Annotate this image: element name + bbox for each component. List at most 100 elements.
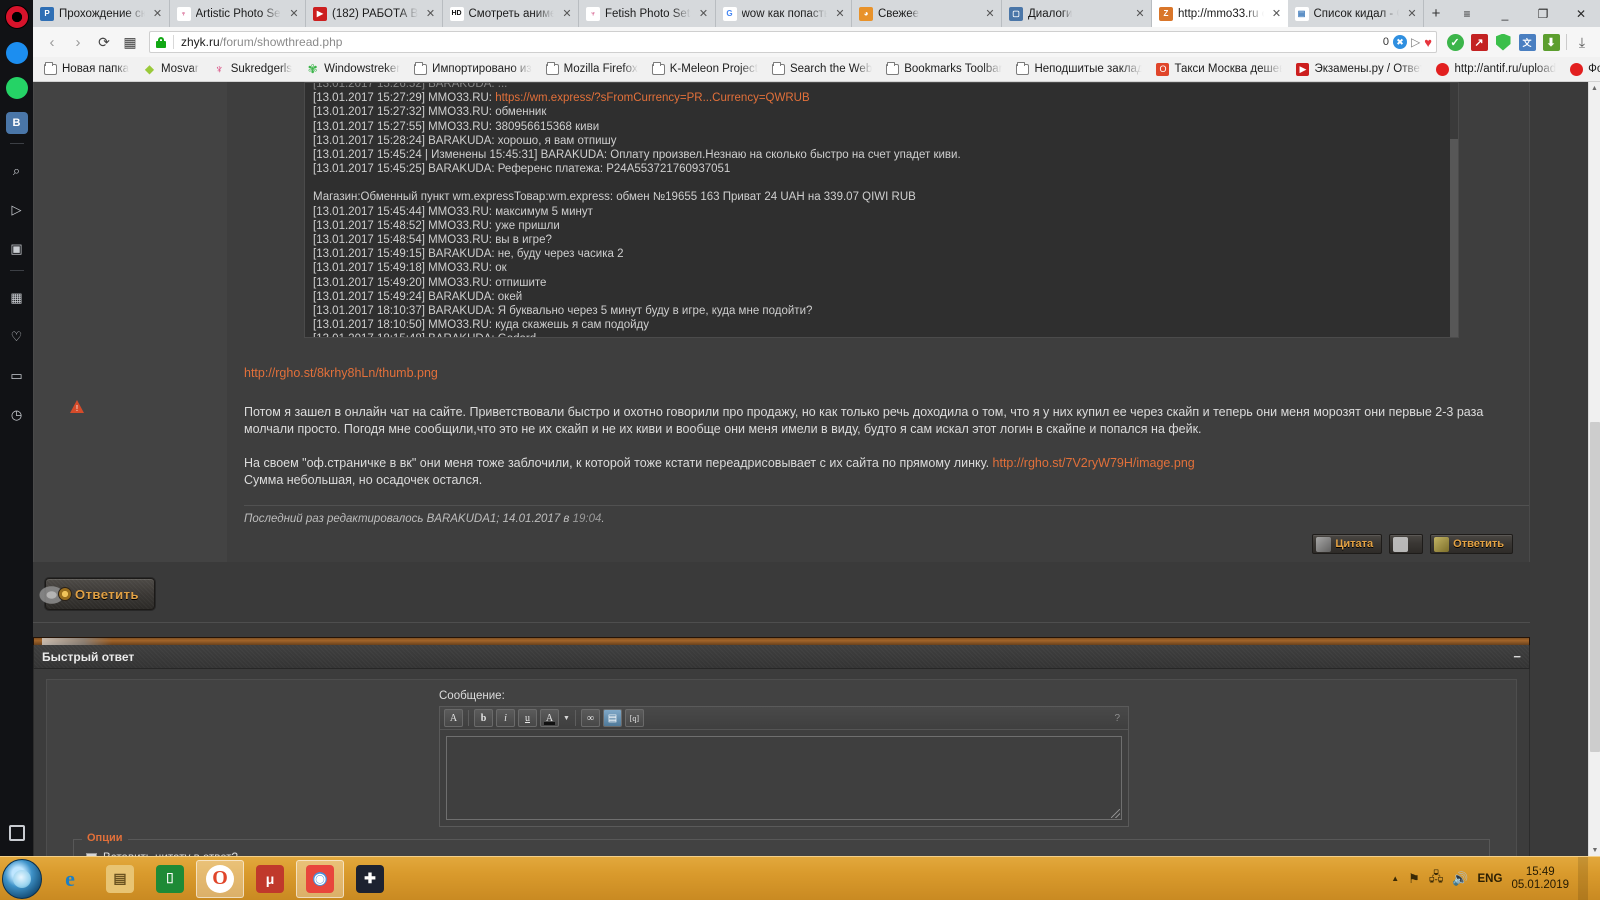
scroll-down-icon[interactable]: ▼ bbox=[1589, 844, 1600, 856]
image-link-2[interactable]: http://rgho.st/7V2ryW79H/image.png bbox=[993, 456, 1195, 470]
tab-1[interactable]: ♆ Artistic Photo Sets - P ✕ bbox=[169, 0, 306, 27]
chatlog-codebox[interactable]: [13.01.2017 15:26:52] BARAKUDA: ... [13.… bbox=[304, 82, 1459, 338]
tab-4[interactable]: ♆ Fetish Photo Sets - P ✕ bbox=[579, 0, 716, 27]
network-icon[interactable]: 🖧 bbox=[1429, 868, 1444, 890]
send-icon[interactable]: ▷ bbox=[4, 196, 30, 222]
close-icon[interactable]: ✕ bbox=[287, 7, 301, 21]
maximize-button[interactable]: ❐ bbox=[1524, 0, 1562, 27]
sidebar-item-whatsapp[interactable] bbox=[5, 77, 28, 99]
scrollbar-thumb[interactable] bbox=[1590, 422, 1600, 752]
quote-button[interactable]: Цитата bbox=[1312, 534, 1383, 554]
bookmark-10[interactable]: O Такси Москва дешев bbox=[1149, 59, 1289, 79]
bookmark-11[interactable]: ▶ Экзамены.ру / Ответ bbox=[1289, 59, 1429, 79]
chatlog-scrollbar[interactable] bbox=[1450, 83, 1458, 337]
taskbar-item-internet-explorer[interactable]: e bbox=[46, 860, 94, 898]
bookmark-1[interactable]: ◆ Mosvar bbox=[136, 59, 206, 79]
tab-9[interactable]: ▤ Список кидал - Стра ✕ bbox=[1287, 0, 1424, 27]
clock[interactable]: 15:49 05.01.2019 bbox=[1511, 866, 1569, 892]
close-icon[interactable]: ✕ bbox=[983, 7, 997, 21]
bookmark-8[interactable]: Bookmarks Toolbar bbox=[879, 59, 1009, 79]
taskbar-item-utorrent[interactable]: μ bbox=[246, 860, 294, 898]
close-icon[interactable]: ✕ bbox=[697, 7, 711, 21]
underline-icon[interactable]: u bbox=[518, 709, 537, 727]
bookmark-0[interactable]: Новая папка bbox=[37, 59, 136, 79]
bookmark-3[interactable]: ✾ Windowstreker bbox=[299, 59, 407, 79]
scrollbar-thumb[interactable] bbox=[1450, 139, 1458, 337]
close-icon[interactable]: ✕ bbox=[833, 7, 847, 21]
notes-icon[interactable]: ▭ bbox=[4, 362, 30, 388]
warning-triangle-icon[interactable]: ! bbox=[70, 400, 84, 413]
close-window-button[interactable]: ✕ bbox=[1562, 0, 1600, 27]
bookmark-12[interactable]: http://antif.ru/upload bbox=[1429, 59, 1563, 79]
bookmark-5[interactable]: Mozilla Firefox bbox=[539, 59, 645, 79]
opera-logo-icon[interactable] bbox=[4, 5, 29, 29]
volume-icon[interactable]: 🔊 bbox=[1452, 871, 1468, 887]
italic-icon[interactable]: i bbox=[496, 709, 515, 727]
bookmarks-heart-icon[interactable]: ♡ bbox=[4, 323, 30, 349]
extensions-icon[interactable]: ▦ bbox=[4, 284, 30, 310]
flag-error-icon[interactable]: ⚑ bbox=[1408, 871, 1420, 887]
tab-5[interactable]: G wow как попасть в з ✕ bbox=[715, 0, 852, 27]
close-icon[interactable]: ✕ bbox=[1405, 7, 1419, 21]
search-icon[interactable]: ⌕ bbox=[4, 157, 30, 183]
send-to-device-icon[interactable]: ▷ bbox=[1411, 35, 1420, 49]
remove-format-icon[interactable]: A bbox=[444, 709, 463, 727]
download-tray-icon[interactable]: ⤓ bbox=[1570, 30, 1594, 54]
tab-8-active[interactable]: Z http://mmo33.ru сай ✕ bbox=[1152, 0, 1288, 27]
language-indicator[interactable]: ENG bbox=[1478, 873, 1503, 885]
tab-3[interactable]: HD Смотреть аниме О ✕ bbox=[442, 0, 579, 27]
bookmark-6[interactable]: K-Meleon Project bbox=[645, 59, 765, 79]
message-textarea[interactable] bbox=[446, 736, 1122, 820]
taskbar-item-chrome[interactable]: ◉ bbox=[296, 859, 344, 898]
close-icon[interactable]: ✕ bbox=[1270, 7, 1284, 21]
adblock-badge-icon[interactable]: ✖ bbox=[1393, 35, 1408, 49]
reply-button[interactable]: Ответить bbox=[1430, 534, 1513, 554]
minimize-button[interactable]: _ bbox=[1486, 0, 1524, 27]
tab-6[interactable]: ◕ Свежее ✕ bbox=[852, 0, 1002, 27]
taskbar-item-plus-app[interactable]: ✚ bbox=[346, 860, 394, 898]
sidebar-item-vk[interactable]: B bbox=[5, 112, 28, 134]
font-color-icon[interactable]: A bbox=[540, 709, 559, 727]
resize-handle[interactable] bbox=[1111, 809, 1120, 818]
back-icon[interactable]: ‹ bbox=[39, 30, 65, 54]
collapse-icon[interactable]: − bbox=[1513, 649, 1521, 664]
adblock-check-icon[interactable]: ✓ bbox=[1443, 30, 1467, 54]
bold-icon[interactable]: b bbox=[474, 709, 493, 727]
reload-icon[interactable]: ⟳ bbox=[91, 30, 117, 54]
scroll-up-icon[interactable]: ▲ bbox=[1589, 82, 1600, 94]
insert-quote-icon[interactable]: [q] bbox=[624, 709, 644, 727]
close-icon[interactable]: ✕ bbox=[424, 7, 438, 21]
translate-icon[interactable]: 文 bbox=[1515, 30, 1539, 54]
close-icon[interactable]: ✕ bbox=[560, 7, 574, 21]
page-scrollbar[interactable]: ▲ ▼ bbox=[1588, 82, 1600, 856]
red-slash-icon[interactable]: ↗ bbox=[1467, 30, 1491, 54]
snapshot-icon[interactable]: ▣ bbox=[4, 235, 30, 261]
speed-dial-icon[interactable]: ▦ bbox=[117, 30, 143, 54]
tab-2[interactable]: ▶ (182) РАБОТА В DOM ✕ bbox=[306, 0, 443, 27]
downloader-icon[interactable]: ⬇ bbox=[1539, 30, 1563, 54]
insert-link-icon[interactable]: ∞ bbox=[580, 709, 600, 727]
forward-icon[interactable]: › bbox=[65, 30, 91, 54]
add-bookmark-heart-icon[interactable]: ♥ bbox=[1424, 35, 1432, 50]
address-bar[interactable]: zhyk.ru /forum/showthread.php 0 ✖ ▷ ♥ bbox=[149, 31, 1437, 53]
bookmark-13[interactable]: Фотографии обнаже bbox=[1563, 59, 1600, 79]
sidebar-item-messenger[interactable] bbox=[5, 42, 28, 64]
taskbar-item-opera[interactable]: O bbox=[196, 859, 244, 898]
tray-expand-icon[interactable]: ▲ bbox=[1391, 874, 1399, 883]
reply-big-button[interactable]: Ответить bbox=[33, 575, 155, 615]
green-shield-icon[interactable] bbox=[1491, 30, 1515, 54]
show-desktop-button[interactable] bbox=[1578, 856, 1588, 900]
new-tab-button[interactable]: + bbox=[1424, 0, 1448, 27]
chatlog-link[interactable]: https://wm.express/?sFromCurrency=PR...C… bbox=[495, 92, 809, 104]
taskbar-item-store[interactable]: ⌷ bbox=[146, 860, 194, 898]
bookmark-2[interactable]: ♆ Sukredgerls bbox=[206, 59, 299, 79]
close-icon[interactable]: ✕ bbox=[151, 7, 165, 21]
bookmark-7[interactable]: Search the Web bbox=[765, 59, 879, 79]
chevron-down-icon[interactable]: ▼ bbox=[563, 715, 570, 722]
editor-help-icon[interactable]: ? bbox=[1114, 713, 1124, 724]
taskbar-item-explorer[interactable]: ▤ bbox=[96, 860, 144, 898]
bookmark-9[interactable]: Неподшитые заклад bbox=[1009, 59, 1149, 79]
panel-toggle-icon[interactable] bbox=[4, 820, 30, 846]
bookmark-4[interactable]: Импортировано из bbox=[407, 59, 538, 79]
tab-7[interactable]: ▢ Диалоги ✕ bbox=[1002, 0, 1152, 27]
